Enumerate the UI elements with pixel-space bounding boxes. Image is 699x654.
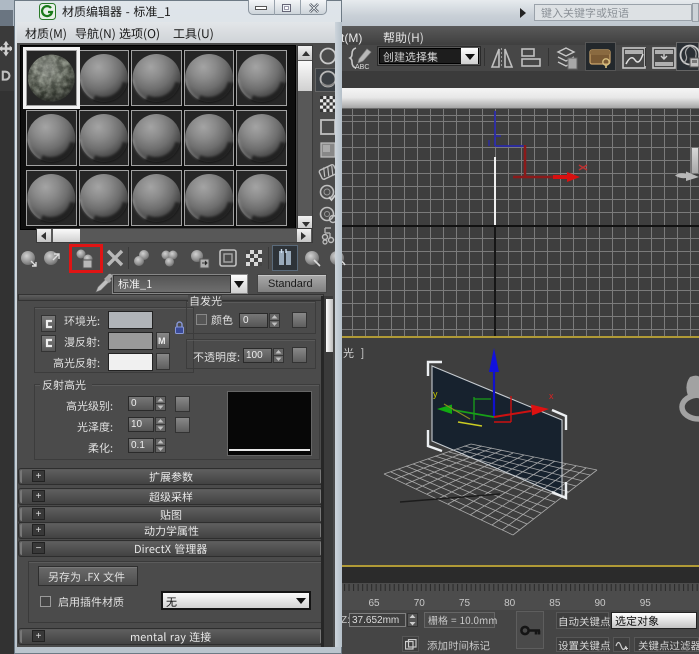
svg-text:y: y [433,389,438,399]
svg-text:x: x [549,391,554,401]
